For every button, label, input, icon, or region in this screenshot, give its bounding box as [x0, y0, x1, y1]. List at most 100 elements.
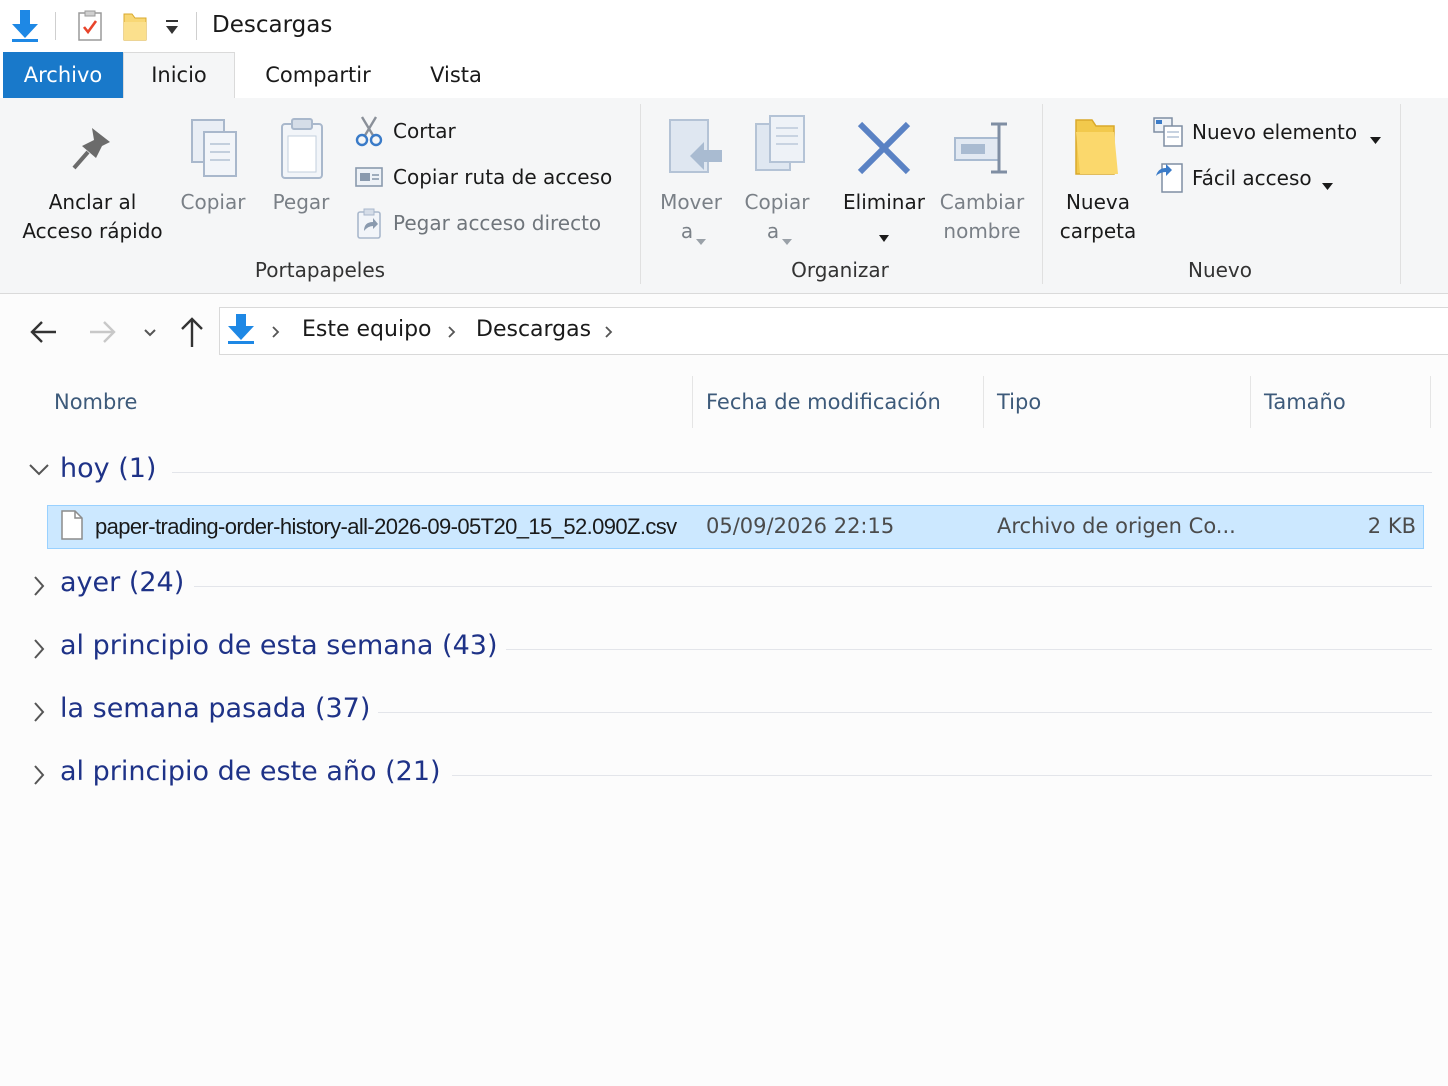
copy-path-button[interactable]: Copiar ruta de acceso: [350, 160, 630, 194]
group-header-este-ano[interactable]: al principio de este año (21): [22, 753, 1432, 797]
folder-icon: [1072, 116, 1122, 182]
paste-shortcut-button[interactable]: Pegar acceso directo: [350, 206, 630, 240]
pin-quick-access-button[interactable]: Anclar al Acceso rápido: [10, 110, 175, 250]
ribbon-group-separator: [1400, 104, 1401, 284]
move-to-icon: [666, 116, 726, 186]
chevron-right-icon: [32, 638, 46, 664]
group-divider: [452, 775, 1432, 776]
downloads-arrow-icon: [10, 8, 40, 46]
tab-vista[interactable]: Vista: [414, 52, 498, 98]
chevron-right-icon: [32, 764, 46, 790]
tab-inicio[interactable]: Inicio: [123, 52, 235, 99]
up-arrow-icon[interactable]: [177, 315, 207, 353]
file-type: Archivo de origen Co...: [997, 514, 1236, 538]
title-separator: [196, 12, 197, 40]
title-separator: [55, 12, 56, 40]
breadcrumb-chevron-icon[interactable]: [446, 324, 458, 344]
downloads-location-icon: [226, 312, 256, 350]
breadcrumb-chevron-icon[interactable]: [603, 324, 615, 344]
new-folder-quick-icon[interactable]: [120, 10, 150, 46]
column-header-fecha[interactable]: Fecha de modificación: [706, 390, 941, 414]
window-title: Descargas: [212, 12, 333, 38]
column-header-nombre[interactable]: Nombre: [54, 390, 137, 414]
copy-to-button[interactable]: Copiar a: [738, 110, 816, 250]
paste-shortcut-label: Pegar acceso directo: [393, 211, 602, 235]
move-to-label-line1: Mover: [660, 190, 722, 214]
back-arrow-icon[interactable]: [28, 318, 60, 350]
customize-quick-access-icon[interactable]: [163, 16, 181, 42]
group-label-portapapeles: Portapapeles: [254, 258, 386, 282]
rename-label-line2: nombre: [943, 219, 1021, 243]
group-header-esta-semana[interactable]: al principio de esta semana (43): [22, 627, 1432, 671]
new-item-button[interactable]: Nuevo elemento: [1150, 115, 1390, 149]
easy-access-label: Fácil acceso: [1192, 166, 1312, 190]
pin-icon: [70, 124, 116, 178]
group-header-hoy[interactable]: hoy (1): [22, 450, 1432, 494]
easy-access-button[interactable]: Fácil acceso: [1150, 161, 1350, 195]
group-title: al principio de esta semana (43): [60, 630, 498, 661]
paste-icon: [278, 116, 326, 186]
tab-compartir[interactable]: Compartir: [250, 52, 386, 98]
copy-to-label-line2: a: [766, 219, 780, 243]
paste-label: Pegar: [272, 190, 330, 214]
file-name[interactable]: paper-trading-order-history-all-2026-09-…: [95, 514, 677, 540]
file-icon: [60, 509, 84, 545]
easy-access-icon: [1154, 162, 1184, 198]
scissors-icon: [354, 115, 384, 151]
cut-button[interactable]: Cortar: [350, 114, 630, 148]
column-separator[interactable]: [1250, 376, 1251, 428]
group-title: ayer (24): [60, 567, 185, 598]
recent-locations-chevron-icon[interactable]: [142, 324, 158, 343]
move-to-button[interactable]: Mover a: [652, 110, 730, 250]
copy-path-label: Copiar ruta de acceso: [393, 165, 613, 189]
group-header-ayer[interactable]: ayer (24): [22, 564, 1432, 608]
tab-archivo[interactable]: Archivo: [3, 52, 123, 98]
file-size: 2 KB: [1367, 514, 1416, 538]
column-separator[interactable]: [983, 376, 984, 428]
group-label-nuevo: Nuevo: [1187, 258, 1252, 282]
ribbon-group-separator: [1042, 104, 1043, 284]
rename-label-line1: Cambiar: [939, 190, 1025, 214]
group-header-semana-pasada[interactable]: la semana pasada (37): [22, 690, 1432, 734]
forward-arrow-icon[interactable]: [86, 318, 118, 350]
group-divider: [194, 586, 1432, 587]
new-folder-label-line2: carpeta: [1059, 219, 1137, 243]
copy-to-label-line1: Copiar: [744, 190, 810, 214]
new-item-label: Nuevo elemento: [1192, 120, 1358, 144]
move-to-dropdown-icon: [696, 230, 706, 249]
new-item-icon: [1152, 116, 1186, 152]
column-separator[interactable]: [1430, 376, 1431, 428]
group-title: al principio de este año (21): [60, 756, 441, 787]
new-item-dropdown-icon: [1370, 129, 1381, 148]
copy-path-icon: [354, 166, 384, 192]
rename-icon: [953, 120, 1015, 180]
chevron-right-icon: [32, 575, 46, 601]
group-label-organizar: Organizar: [791, 258, 889, 282]
new-folder-button[interactable]: Nueva carpeta: [1052, 110, 1144, 250]
copy-to-icon: [752, 114, 810, 184]
paste-button[interactable]: Pegar: [262, 110, 340, 250]
paste-shortcut-icon: [356, 207, 382, 243]
copy-label: Copiar: [180, 190, 246, 214]
column-separator[interactable]: [692, 376, 693, 428]
breadcrumb-este-equipo[interactable]: Este equipo: [302, 317, 432, 342]
chevron-right-icon: [32, 701, 46, 727]
group-divider: [506, 649, 1432, 650]
breadcrumb-chevron-icon[interactable]: [270, 324, 282, 344]
copy-button[interactable]: Copiar: [174, 110, 252, 250]
breadcrumb-descargas[interactable]: Descargas: [476, 317, 591, 342]
rename-button[interactable]: Cambiar nombre: [935, 110, 1029, 250]
properties-icon[interactable]: [77, 10, 103, 46]
delete-button[interactable]: Eliminar: [838, 110, 930, 250]
pin-label-line2: Acceso rápido: [22, 219, 163, 243]
pin-label-line1: Anclar al: [48, 190, 137, 214]
column-header-tamano[interactable]: Tamaño: [1264, 390, 1346, 414]
delete-dropdown-icon: [879, 227, 889, 246]
copy-to-dropdown-icon: [782, 230, 792, 249]
cut-label: Cortar: [393, 119, 456, 143]
group-title: hoy (1): [60, 453, 157, 484]
column-header-tipo[interactable]: Tipo: [997, 390, 1041, 414]
group-title: la semana pasada (37): [60, 693, 371, 724]
ribbon-group-separator: [640, 104, 641, 284]
new-folder-label-line1: Nueva: [1065, 190, 1131, 214]
